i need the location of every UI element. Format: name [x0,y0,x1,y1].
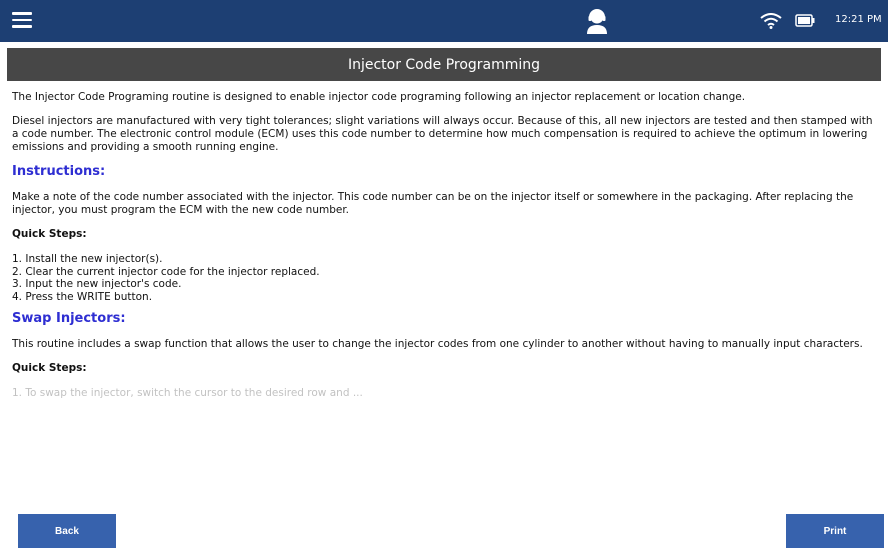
battery-icon [795,14,815,27]
list-item: 1. Install the new injector(s). [12,253,163,265]
back-button[interactable]: Back [18,514,116,548]
list-item: 2. Clear the current injector code for t… [12,265,320,278]
swap-injectors-heading: Swap Injectors: [12,311,126,326]
swap-quick-steps-heading: Quick Steps: [12,362,87,374]
swap-text: This routine includes a swap function th… [12,338,863,350]
status-bar: 12:21 PM [0,0,888,42]
wifi-icon [760,13,782,29]
agent-icon[interactable] [585,8,609,34]
partial-step-text: 1. To swap the injector, switch the curs… [12,387,363,399]
page-title: Injector Code Programming [7,48,881,81]
content-area[interactable]: The Injector Code Programing routine is … [12,91,878,499]
quick-steps-list: 1. Install the new injector(s). 2. Clear… [12,253,878,303]
scroll-fade [0,478,888,504]
menu-icon[interactable] [12,12,32,28]
quick-steps-heading: Quick Steps: [12,228,87,240]
description-text: Diesel injectors are manufactured with v… [12,115,873,153]
print-button[interactable]: Print [786,514,884,548]
intro-text: The Injector Code Programing routine is … [12,91,746,103]
instructions-text: Make a note of the code number associate… [12,191,854,216]
list-item: 3. Input the new injector's code. [12,278,182,290]
instructions-heading: Instructions: [12,164,106,179]
list-item: 4. Press the WRITE button. [12,290,153,303]
clock: 12:21 PM [835,14,882,25]
